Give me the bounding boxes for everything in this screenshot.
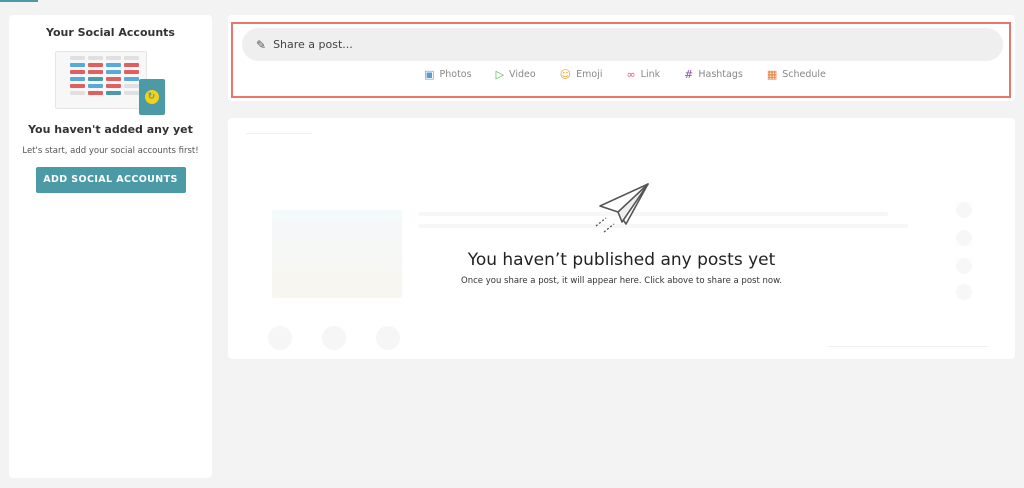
- link-icon: ∞: [626, 68, 636, 81]
- empty-state: You haven’t published any posts yet Once…: [228, 180, 1015, 286]
- share-post-placeholder: Share a post...: [273, 38, 353, 51]
- emoji-label: Emoji: [576, 69, 603, 80]
- placeholder-divider: [828, 346, 988, 347]
- top-tab-indicator: [0, 0, 38, 2]
- smiley-icon: ☺: [559, 68, 572, 81]
- calendar-icon: ▦: [766, 68, 778, 81]
- hashtag-icon: #: [684, 68, 694, 81]
- social-accounts-illustration: ↻: [54, 49, 167, 115]
- placeholder-line: [246, 133, 312, 134]
- video-label: Video: [509, 69, 536, 80]
- empty-state-description: Once you share a post, it will appear he…: [461, 276, 782, 286]
- placeholder-avatar: [268, 326, 292, 350]
- emoji-button[interactable]: ☺ Emoji: [560, 69, 603, 80]
- history-icon: ↻: [138, 79, 165, 115]
- link-button[interactable]: ∞ Link: [627, 69, 661, 80]
- link-label: Link: [640, 69, 661, 80]
- share-actions: ▣ Photos ▷ Video ☺ Emoji ∞ Link # Hashta…: [233, 69, 1009, 80]
- placeholder-avatar: [322, 326, 346, 350]
- video-button[interactable]: ▷ Video: [496, 69, 536, 80]
- schedule-button[interactable]: ▦ Schedule: [767, 69, 826, 80]
- share-post-panel: ✎ Share a post... ▣ Photos ▷ Video ☺ Emo…: [228, 15, 1015, 101]
- share-post-highlight: ✎ Share a post... ▣ Photos ▷ Video ☺ Emo…: [231, 22, 1011, 98]
- empty-state-title: You haven’t published any posts yet: [467, 250, 776, 270]
- no-accounts-heading: You haven't added any yet: [28, 123, 193, 136]
- placeholder-dot: [956, 284, 972, 300]
- share-post-input[interactable]: ✎ Share a post...: [242, 28, 1003, 61]
- social-accounts-title: Your Social Accounts: [46, 26, 175, 39]
- add-social-accounts-button[interactable]: ADD SOCIAL ACCOUNTS: [35, 167, 186, 193]
- placeholder-avatar: [376, 326, 400, 350]
- photos-button[interactable]: ▣ Photos: [424, 69, 471, 80]
- schedule-label: Schedule: [782, 69, 826, 80]
- paper-plane-icon: [595, 183, 649, 233]
- play-icon: ▷: [495, 68, 505, 81]
- posts-panel: You haven’t published any posts yet Once…: [228, 118, 1015, 359]
- social-accounts-panel: Your Social Accounts ↻ You haven't added…: [9, 15, 212, 478]
- edit-icon: ✎: [256, 37, 267, 52]
- no-accounts-description: Let's start, add your social accounts fi…: [22, 146, 199, 156]
- photos-label: Photos: [439, 69, 472, 80]
- hashtags-button[interactable]: # Hashtags: [684, 69, 743, 80]
- hashtags-label: Hashtags: [698, 69, 743, 80]
- image-icon: ▣: [424, 68, 435, 81]
